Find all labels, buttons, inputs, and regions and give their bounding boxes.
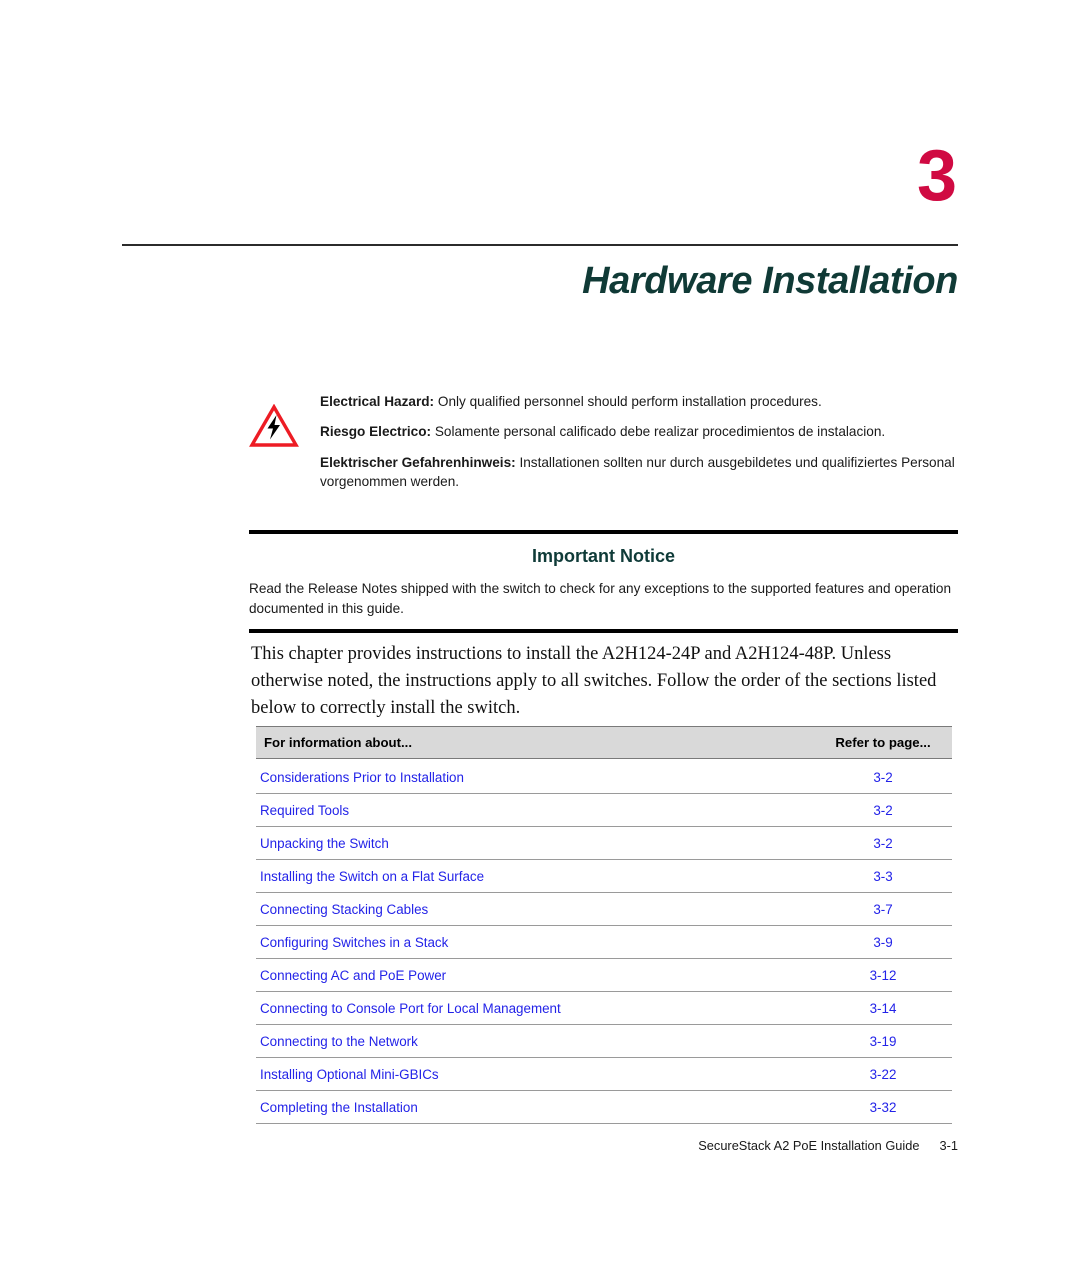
table-row: Connecting Stacking Cables 3-7 <box>256 892 952 926</box>
hazard-notice-german: Elektrischer Gefahrenhinweis: Installati… <box>320 453 959 492</box>
hazard-label-spanish: Riesgo Electrico: <box>320 424 432 440</box>
hazard-text-group: Electrical Hazard: Only qualified person… <box>301 392 959 491</box>
table-row: Configuring Switches in a Stack 3-9 <box>256 925 952 959</box>
table-cell-topic-link[interactable]: Connecting Stacking Cables <box>256 892 826 926</box>
hazard-notice-spanish: Riesgo Electrico: Solamente personal cal… <box>320 422 959 441</box>
table-cell-page-link[interactable]: 3-32 <box>826 1090 952 1124</box>
column-header-topic: For information about... <box>256 726 826 759</box>
important-notice-title: Important Notice <box>531 546 675 566</box>
table-row: Required Tools 3-2 <box>256 793 952 827</box>
table-header: For information about... Refer to page..… <box>256 726 952 759</box>
footer-page-number: 3-1 <box>939 1138 959 1153</box>
table-row: Installing Optional Mini-GBICs 3-22 <box>256 1057 952 1091</box>
table-header-row: For information about... Refer to page..… <box>256 726 952 759</box>
table-cell-page-link[interactable]: 3-2 <box>826 758 952 794</box>
chapter-contents-table: For information about... Refer to page..… <box>256 726 952 1124</box>
hazard-label-german: Elektrischer Gefahrenhinweis: <box>320 454 516 470</box>
table-row: Considerations Prior to Installation 3-2 <box>256 758 952 794</box>
hazard-label-english: Electrical Hazard: <box>320 394 435 409</box>
table-row: Completing the Installation 3-32 <box>256 1090 952 1124</box>
electrical-hazard-triangle-icon <box>249 392 301 448</box>
table-row: Connecting to Console Port for Local Man… <box>256 991 952 1025</box>
table-cell-page-link[interactable]: 3-3 <box>826 859 952 893</box>
table-cell-topic-link[interactable]: Connecting AC and PoE Power <box>256 958 826 992</box>
table-cell-topic-link[interactable]: Connecting to the Network <box>256 1024 826 1058</box>
hazard-notice-english: Electrical Hazard: Only qualified person… <box>320 392 959 411</box>
table-cell-page-link[interactable]: 3-22 <box>826 1057 952 1091</box>
page-footer: SecureStack A2 PoE Installation Guide 3-1 <box>0 1138 958 1153</box>
hazard-body-spanish: Solamente personal calificado debe reali… <box>431 424 886 440</box>
table-row: Unpacking the Switch 3-2 <box>256 826 952 860</box>
table-cell-page-link[interactable]: 3-19 <box>826 1024 952 1058</box>
table-row: Installing the Switch on a Flat Surface 3… <box>256 859 952 893</box>
table-cell-topic-link[interactable]: Unpacking the Switch <box>256 826 826 860</box>
table-cell-page-link[interactable]: 3-9 <box>826 925 952 959</box>
table-cell-topic-link[interactable]: Installing the Switch on a Flat Surface <box>256 859 826 893</box>
table-cell-topic-link[interactable]: Connecting to Console Port for Local Man… <box>256 991 826 1025</box>
chapter-number: 3 <box>916 136 957 216</box>
table-cell-topic-link[interactable]: Considerations Prior to Installation <box>256 758 826 794</box>
table-row: Connecting AC and PoE Power 3-12 <box>256 958 952 992</box>
table-cell-topic-link[interactable]: Configuring Switches in a Stack <box>256 925 826 959</box>
table-cell-topic-link[interactable]: Installing Optional Mini-GBICs <box>256 1057 826 1091</box>
chapter-divider-rule <box>122 244 958 246</box>
table-row: Connecting to the Network 3-19 <box>256 1024 952 1058</box>
chapter-header: 3 Hardware Installation <box>122 140 958 303</box>
table-body: Considerations Prior to Installation 3-2 R… <box>256 758 952 1124</box>
chapter-intro-paragraph: This chapter provides instructions to in… <box>251 644 937 719</box>
important-notice-box: Important Notice Read the Release Notes … <box>249 530 958 634</box>
hazard-body-english: Only qualified personnel should perform … <box>434 394 822 409</box>
table-cell-page-link[interactable]: 3-2 <box>826 826 952 860</box>
table-cell-page-link[interactable]: 3-2 <box>826 793 952 827</box>
important-notice-body: Read the Release Notes shipped with the … <box>249 581 952 616</box>
footer-guide-title: SecureStack A2 PoE Installation Guide <box>698 1138 920 1153</box>
table-cell-page-link[interactable]: 3-12 <box>826 958 952 992</box>
table-cell-page-link[interactable]: 3-7 <box>826 892 952 926</box>
table-cell-page-link[interactable]: 3-14 <box>826 991 952 1025</box>
table-cell-topic-link[interactable]: Required Tools <box>256 793 826 827</box>
electrical-hazard-notice: Electrical Hazard: Only qualified person… <box>249 392 959 491</box>
page-title: Hardware Installation <box>582 260 958 302</box>
table-cell-topic-link[interactable]: Completing the Installation <box>256 1090 826 1124</box>
column-header-page: Refer to page... <box>826 726 952 759</box>
